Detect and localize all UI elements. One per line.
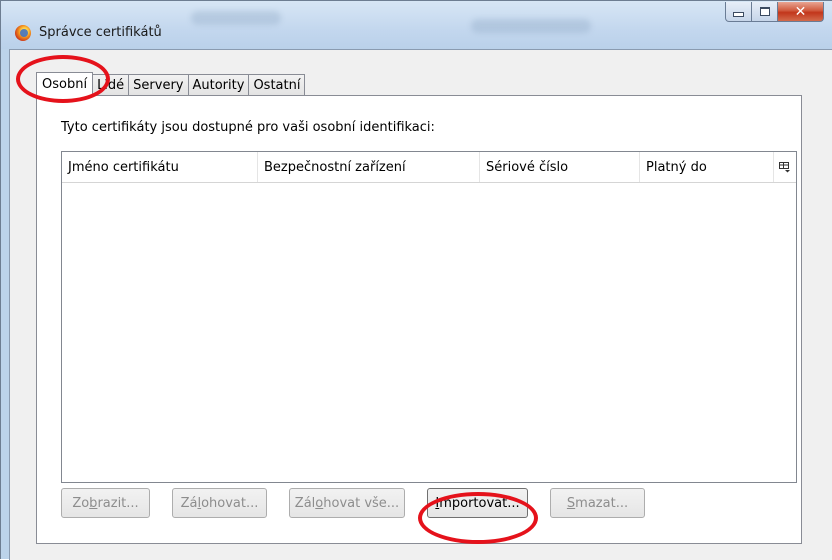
certificate-table[interactable]: Jméno certifikátu Bezpečnostní zařízení …: [61, 151, 797, 483]
minimize-button[interactable]: [725, 2, 752, 22]
button-label-part: hovat vše...: [323, 495, 400, 511]
title-bar-blur: [471, 19, 591, 33]
button-label-part: mportovat...: [439, 495, 520, 511]
tab-autority[interactable]: Autority: [188, 74, 250, 95]
close-icon: ✕: [794, 3, 807, 20]
column-picker-icon[interactable]: [774, 152, 796, 182]
title-bar-blur: [191, 11, 281, 25]
tab-strip: Osobní Lidé Servery Autority Ostatní: [36, 72, 306, 96]
firefox-icon: [15, 25, 31, 41]
backup-all-button[interactable]: Zál o hovat vše...: [289, 488, 405, 518]
action-buttons: Zo b razit... Zá l ohovat... Zál o hovat vše..…: [61, 488, 667, 518]
panel-description: Tyto certifikáty jsou dostupné pro vaši …: [61, 120, 435, 135]
button-accesskey: S: [566, 495, 576, 511]
column-header-serial[interactable]: Sériové číslo: [480, 152, 640, 182]
tab-servery[interactable]: Servery: [129, 74, 189, 95]
button-label-part: razit...: [97, 495, 139, 511]
button-label-part: mazat...: [575, 495, 629, 511]
window-title: Správce certifikátů: [39, 25, 162, 40]
tab-panel: Tyto certifikáty jsou dostupné pro vaši …: [36, 95, 802, 544]
column-header-valid-until[interactable]: Platný do: [640, 152, 774, 182]
maximize-icon: [759, 7, 770, 16]
backup-button[interactable]: Zá l ohovat...: [172, 488, 267, 518]
import-button[interactable]: Importovat...: [427, 488, 528, 518]
tab-osobni[interactable]: Osobní: [36, 72, 94, 96]
dialog-client-area: Osobní Lidé Servery Autority Ostatní Tyt…: [9, 49, 832, 560]
column-header-name[interactable]: Jméno certifikátu: [62, 152, 258, 182]
minimize-icon: [733, 12, 744, 17]
button-label-part: Zál: [294, 495, 316, 511]
button-label-part: Zá: [180, 495, 198, 511]
view-button[interactable]: Zo b razit...: [61, 488, 150, 518]
title-bar[interactable]: Správce certifikátů ✕: [1, 1, 832, 49]
button-accesskey: o: [315, 495, 324, 511]
button-label-part: Zo: [72, 495, 90, 511]
close-button[interactable]: ✕: [778, 2, 824, 22]
column-header-device[interactable]: Bezpečnostní zařízení: [258, 152, 480, 182]
caption-buttons: ✕: [725, 2, 824, 22]
delete-button[interactable]: Smazat...: [550, 488, 645, 518]
maximize-button[interactable]: [752, 2, 778, 22]
certificate-manager-window: Správce certifikátů ✕ Osobní Lidé Server…: [0, 0, 832, 560]
button-accesskey: b: [89, 495, 98, 511]
table-header: Jméno certifikátu Bezpečnostní zařízení …: [62, 152, 796, 183]
tab-ostatni[interactable]: Ostatní: [249, 74, 306, 95]
tab-lide[interactable]: Lidé: [93, 74, 130, 95]
button-label-part: ohovat...: [201, 495, 259, 511]
